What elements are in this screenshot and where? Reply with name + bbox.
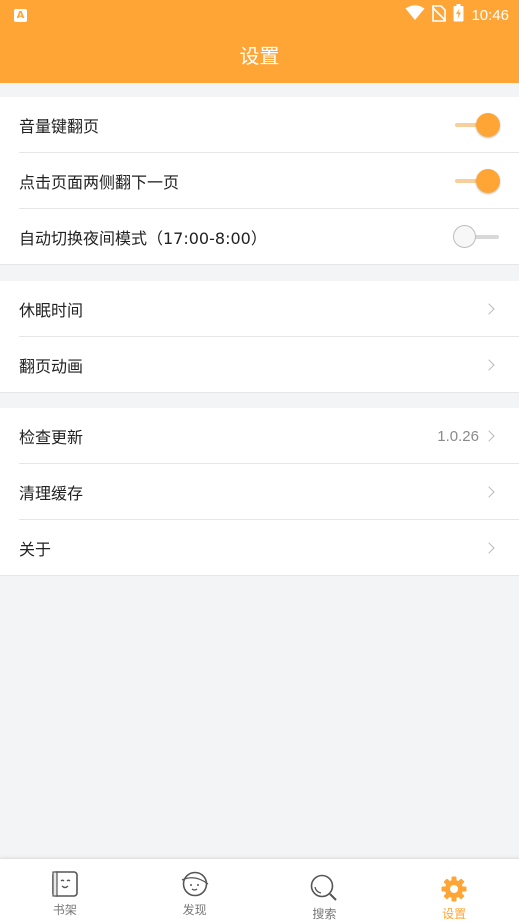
no-sim-icon [431, 4, 448, 26]
auto-night-mode-toggle[interactable] [453, 224, 501, 250]
bottom-tab-bar: 书架 发现 搜索 设置 [0, 858, 519, 922]
setting-volume-key-page-turn[interactable]: 音量键翻页 [0, 97, 519, 153]
tab-label: 发现 [182, 903, 207, 917]
setting-sleep-time[interactable]: 休眠时间 [0, 281, 519, 337]
setting-label: 音量键翻页 [19, 117, 100, 136]
chevron-right-icon [483, 430, 495, 442]
settings-group-app: 检查更新 1.0.26 清理缓存 关于 [0, 408, 519, 576]
setting-about[interactable]: 关于 [0, 520, 519, 576]
setting-label: 关于 [19, 540, 52, 559]
tap-sides-toggle[interactable] [453, 168, 501, 194]
setting-clear-cache[interactable]: 清理缓存 [0, 464, 519, 520]
setting-label: 点击页面两侧翻下一页 [19, 173, 180, 192]
status-bar: A 10:46 [0, 0, 519, 30]
setting-label: 自动切换夜间模式（17:00-8:00） [19, 229, 267, 248]
chevron-right-icon [483, 359, 495, 371]
chevron-right-icon [483, 303, 495, 315]
setting-label: 休眠时间 [19, 301, 84, 320]
tab-label: 设置 [442, 907, 467, 921]
app-bar: A 10:46 设置 [0, 0, 519, 83]
setting-tap-sides-page-turn[interactable]: 点击页面两侧翻下一页 [0, 153, 519, 209]
status-time: 10:46 [471, 6, 509, 24]
setting-auto-night-mode[interactable]: 自动切换夜间模式（17:00-8:00） [0, 209, 519, 265]
settings-group-reading: 音量键翻页 点击页面两侧翻下一页 自动切换夜间模式（17:00-8:00） [0, 97, 519, 265]
settings-group-display: 休眠时间 翻页动画 [0, 281, 519, 393]
discover-icon [180, 869, 210, 899]
settings-gear-icon [440, 875, 468, 903]
tab-settings[interactable]: 设置 [389, 859, 519, 922]
setting-check-update[interactable]: 检查更新 1.0.26 [0, 408, 519, 464]
tab-bookshelf[interactable]: 书架 [0, 859, 130, 922]
battery-charging-icon [453, 4, 464, 26]
bookshelf-icon [51, 869, 79, 899]
page-title: 设置 [239, 44, 280, 68]
wifi-icon [405, 5, 425, 25]
tab-discover[interactable]: 发现 [130, 859, 260, 922]
search-icon [309, 873, 339, 903]
setting-label: 翻页动画 [19, 357, 84, 376]
setting-page-animation[interactable]: 翻页动画 [0, 337, 519, 393]
notification-app-icon: A [14, 8, 27, 22]
version-value: 1.0.26 [437, 427, 479, 445]
volume-key-toggle[interactable] [453, 112, 501, 138]
setting-label: 检查更新 [19, 428, 84, 447]
tab-label: 搜索 [312, 907, 337, 921]
setting-label: 清理缓存 [19, 484, 84, 503]
chevron-right-icon [483, 542, 495, 554]
tab-search[interactable]: 搜索 [260, 859, 390, 922]
tab-label: 书架 [52, 903, 77, 917]
chevron-right-icon [483, 486, 495, 498]
